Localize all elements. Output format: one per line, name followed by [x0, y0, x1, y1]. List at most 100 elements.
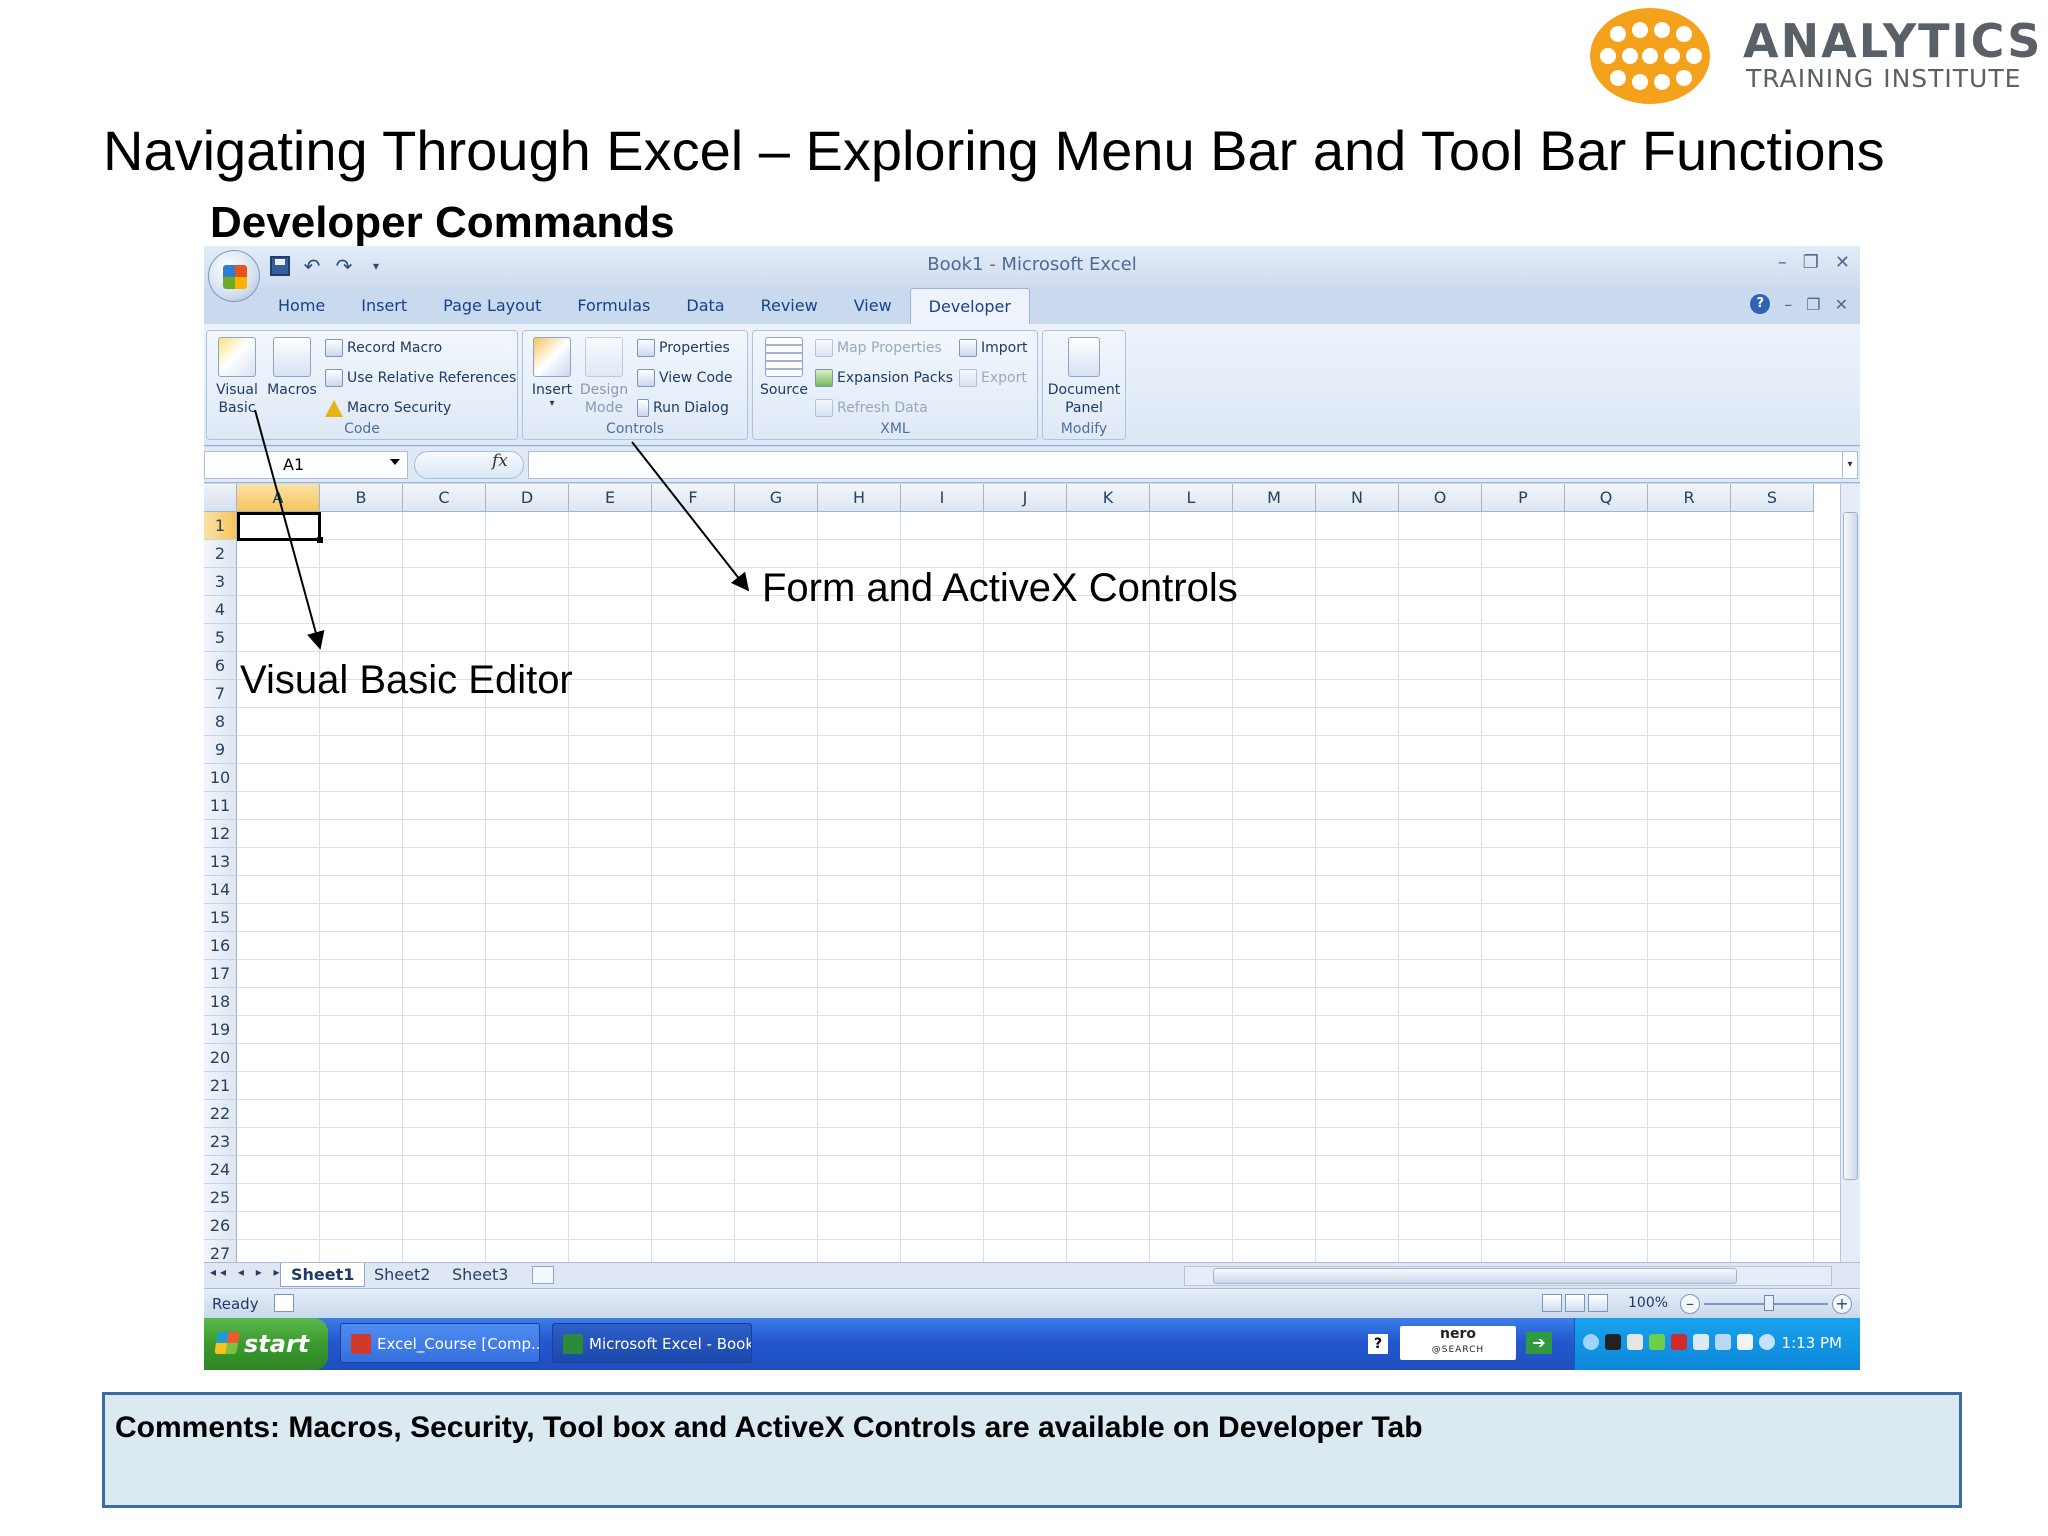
taskbar-item-excel-course[interactable]: Excel_Course [Comp...: [340, 1323, 540, 1363]
nero-search-box[interactable]: nero @SEARCH: [1400, 1326, 1516, 1360]
name-box[interactable]: A1: [204, 451, 408, 479]
document-panel-button[interactable]: Document Panel: [1045, 335, 1123, 417]
row-header[interactable]: 15: [204, 904, 237, 932]
tray-app-icon[interactable]: [1737, 1334, 1753, 1350]
start-button[interactable]: start: [204, 1318, 328, 1370]
row-header[interactable]: 8: [204, 708, 237, 736]
column-header[interactable]: C: [403, 484, 486, 512]
row-header[interactable]: 16: [204, 932, 237, 960]
row-header[interactable]: 24: [204, 1156, 237, 1184]
row-header[interactable]: 11: [204, 792, 237, 820]
column-header[interactable]: J: [984, 484, 1067, 512]
row-header[interactable]: 18: [204, 988, 237, 1016]
source-button[interactable]: Source: [757, 335, 811, 399]
tab-insert[interactable]: Insert: [343, 288, 425, 324]
export-button[interactable]: Export: [959, 367, 1027, 389]
formula-input[interactable]: [528, 451, 1844, 479]
close-icon[interactable]: ✕: [1835, 252, 1850, 273]
column-header[interactable]: L: [1150, 484, 1233, 512]
tray-w-icon[interactable]: [1715, 1334, 1731, 1350]
normal-view-icon[interactable]: [1542, 1294, 1562, 1312]
tray-shield-icon[interactable]: [1649, 1334, 1665, 1350]
macro-record-status-icon[interactable]: [274, 1294, 294, 1312]
column-header[interactable]: I: [901, 484, 984, 512]
row-header[interactable]: 10: [204, 764, 237, 792]
row-header[interactable]: 1: [204, 512, 237, 540]
page-break-view-icon[interactable]: [1588, 1294, 1608, 1312]
vertical-scrollbar[interactable]: [1840, 484, 1860, 1262]
row-header[interactable]: 26: [204, 1212, 237, 1240]
name-box-dropdown-icon[interactable]: [390, 459, 400, 465]
column-header[interactable]: O: [1399, 484, 1482, 512]
insert-sheet-icon[interactable]: [532, 1266, 554, 1284]
tab-review[interactable]: Review: [743, 288, 836, 324]
row-header[interactable]: 27: [204, 1240, 237, 1262]
expansion-packs-button[interactable]: Expansion Packs: [815, 367, 953, 389]
row-header[interactable]: 17: [204, 960, 237, 988]
row-header[interactable]: 13: [204, 848, 237, 876]
select-all-corner[interactable]: [204, 484, 237, 512]
row-header[interactable]: 7: [204, 680, 237, 708]
restore-icon[interactable]: ❐: [1803, 252, 1819, 273]
view-code-button[interactable]: View Code: [637, 367, 733, 389]
workbook-close-icon[interactable]: ✕: [1835, 295, 1848, 314]
design-mode-button[interactable]: Design Mode: [579, 335, 629, 417]
macro-security-button[interactable]: Macro Security: [325, 397, 451, 419]
row-header[interactable]: 5: [204, 624, 237, 652]
row-header[interactable]: 4: [204, 596, 237, 624]
row-header[interactable]: 6: [204, 652, 237, 680]
row-header[interactable]: 21: [204, 1072, 237, 1100]
column-header[interactable]: F: [652, 484, 735, 512]
map-properties-button[interactable]: Map Properties: [815, 337, 942, 359]
row-header[interactable]: 25: [204, 1184, 237, 1212]
row-header[interactable]: 20: [204, 1044, 237, 1072]
tray-antivirus-icon[interactable]: [1671, 1334, 1687, 1350]
column-header[interactable]: R: [1648, 484, 1731, 512]
sheet-tab-1[interactable]: Sheet1: [280, 1263, 366, 1287]
column-header[interactable]: B: [320, 484, 403, 512]
vertical-scroll-thumb[interactable]: [1843, 512, 1858, 1180]
insert-function-icon[interactable]: fx: [492, 451, 508, 471]
tab-data[interactable]: Data: [668, 288, 742, 324]
help-icon[interactable]: ?: [1750, 294, 1771, 314]
row-header[interactable]: 23: [204, 1128, 237, 1156]
tab-view[interactable]: View: [836, 288, 910, 324]
row-header[interactable]: 22: [204, 1100, 237, 1128]
properties-button[interactable]: Properties: [637, 337, 730, 359]
column-header[interactable]: S: [1731, 484, 1814, 512]
column-header[interactable]: D: [486, 484, 569, 512]
tab-formulas[interactable]: Formulas: [559, 288, 668, 324]
tab-developer[interactable]: Developer: [909, 288, 1030, 324]
horizontal-scrollbar[interactable]: [1184, 1266, 1832, 1286]
active-cell[interactable]: [237, 512, 323, 543]
expand-formula-bar-icon[interactable]: ▾: [1842, 451, 1858, 479]
minimize-icon[interactable]: –: [1778, 252, 1787, 273]
visual-basic-button[interactable]: Visual Basic: [213, 335, 261, 417]
row-header[interactable]: 14: [204, 876, 237, 904]
column-header[interactable]: H: [818, 484, 901, 512]
tray-volume-icon[interactable]: [1693, 1334, 1709, 1350]
go-arrow-icon[interactable]: ➔: [1526, 1332, 1552, 1354]
import-button[interactable]: Import: [959, 337, 1027, 359]
cells[interactable]: [237, 512, 1840, 1262]
workbook-minimize-icon[interactable]: –: [1784, 295, 1792, 314]
zoom-out-icon[interactable]: –: [1680, 1294, 1700, 1314]
tray-messenger-icon[interactable]: [1759, 1334, 1775, 1350]
macros-button[interactable]: Macros: [267, 335, 317, 399]
horizontal-scroll-thumb[interactable]: [1213, 1268, 1737, 1284]
column-header[interactable]: A: [237, 484, 320, 512]
tab-home[interactable]: Home: [260, 288, 343, 324]
row-header[interactable]: 3: [204, 568, 237, 596]
row-header[interactable]: 19: [204, 1016, 237, 1044]
row-header[interactable]: 9: [204, 736, 237, 764]
zoom-slider-thumb[interactable]: [1764, 1295, 1774, 1311]
sheet-tab-2[interactable]: Sheet2: [364, 1263, 440, 1287]
record-macro-button[interactable]: Record Macro: [325, 337, 442, 359]
column-header[interactable]: E: [569, 484, 652, 512]
row-header[interactable]: 12: [204, 820, 237, 848]
tab-page-layout[interactable]: Page Layout: [425, 288, 559, 324]
use-relative-references-button[interactable]: Use Relative References: [325, 367, 516, 389]
help-tray-icon[interactable]: ?: [1368, 1334, 1388, 1354]
tray-network-icon[interactable]: [1627, 1334, 1643, 1350]
row-header[interactable]: 2: [204, 540, 237, 568]
